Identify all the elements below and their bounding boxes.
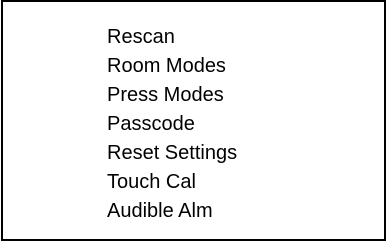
menu-item-audible-alm[interactable]: Audible Alm	[107, 197, 237, 226]
settings-menu-list: Rescan Room Modes Press Modes Passcode R…	[107, 23, 237, 226]
settings-menu-panel: Rescan Room Modes Press Modes Passcode R…	[1, 0, 386, 241]
menu-item-reset-settings[interactable]: Reset Settings	[107, 139, 237, 168]
menu-item-passcode[interactable]: Passcode	[107, 110, 237, 139]
menu-item-room-modes[interactable]: Room Modes	[107, 52, 237, 81]
menu-item-press-modes[interactable]: Press Modes	[107, 81, 237, 110]
menu-item-touch-cal[interactable]: Touch Cal	[107, 168, 237, 197]
menu-item-rescan[interactable]: Rescan	[107, 23, 237, 52]
